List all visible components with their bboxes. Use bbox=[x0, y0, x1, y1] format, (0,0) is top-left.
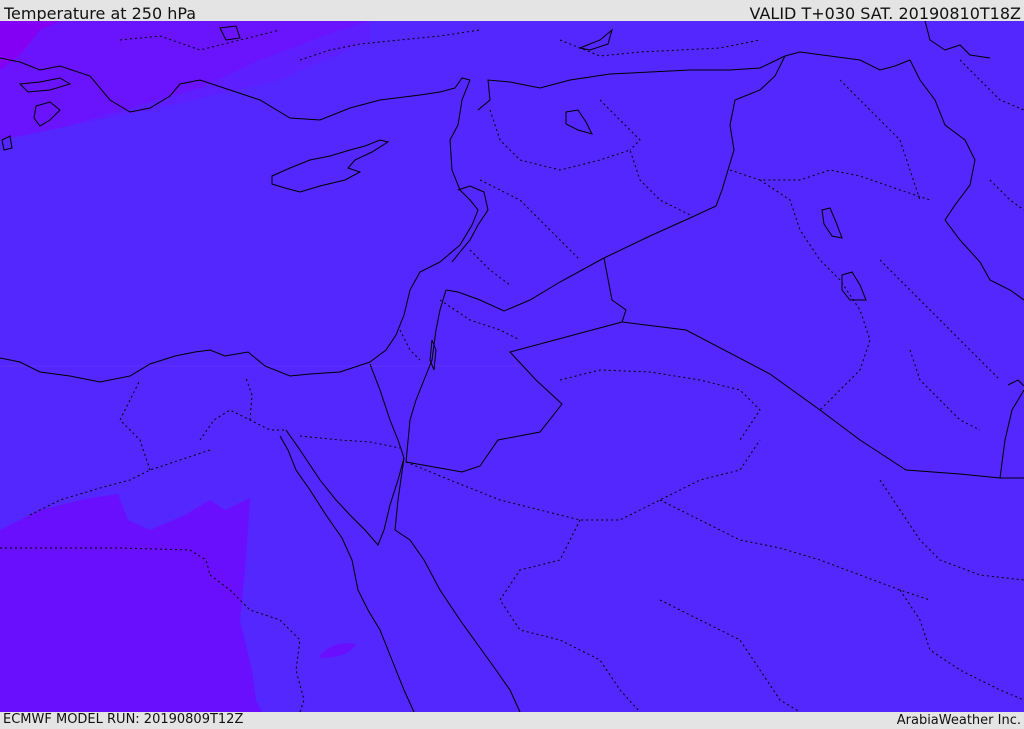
credit-label: ArabiaWeather Inc. bbox=[896, 713, 1021, 728]
model-run-label: ECMWF MODEL RUN: 20190809T12Z bbox=[3, 712, 244, 727]
footer-bar: ECMWF MODEL RUN: 20190809T12Z ArabiaWeat… bbox=[0, 712, 1024, 729]
temperature-map[interactable] bbox=[0, 21, 1024, 712]
southwest-warm-field bbox=[0, 494, 262, 712]
header-bar: Temperature at 250 hPa VALID T+030 SAT. … bbox=[0, 0, 1024, 23]
map-canvas bbox=[0, 21, 1024, 712]
